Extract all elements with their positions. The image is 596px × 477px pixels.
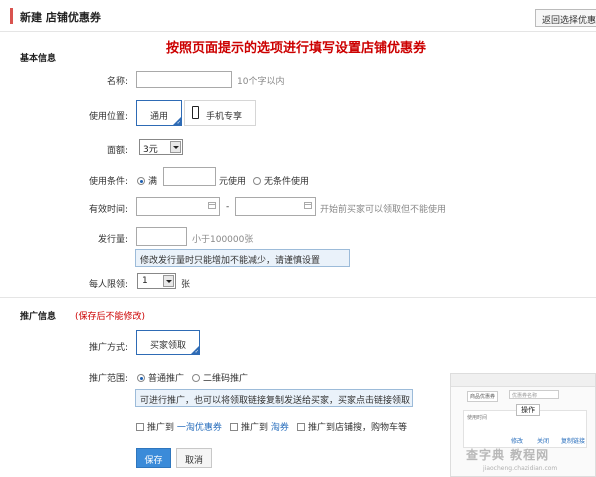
push-etao-checkbox[interactable]: 推广到 一淘优惠券	[136, 420, 222, 433]
name-label: 名称:	[106, 77, 128, 87]
checkbox-icon	[297, 423, 305, 431]
condition-none-label: 无条件使用	[264, 177, 310, 187]
push-etao-link[interactable]: 一淘优惠券	[177, 423, 222, 433]
page-title: 新建 店铺优惠券	[20, 11, 101, 24]
condition-full-label: 满	[148, 177, 158, 187]
watermark-line1: 查字典 教程网	[466, 448, 550, 462]
name-input[interactable]	[136, 71, 232, 88]
valid-dash: -	[226, 202, 230, 212]
limit-select[interactable]: 1	[137, 273, 176, 289]
preview-header-bar	[451, 374, 595, 387]
preview-field: 优惠券名称	[509, 390, 559, 399]
position-general-label: 通用	[149, 112, 168, 122]
cancel-button[interactable]: 取消	[176, 448, 212, 468]
radio-icon	[253, 177, 261, 185]
promo-note: (保存后不能修改)	[75, 312, 146, 322]
denom-label: 面额:	[106, 146, 128, 156]
name-hint: 10个字以内	[237, 77, 285, 87]
header-divider	[0, 31, 596, 32]
header-accent-bar	[10, 8, 13, 24]
range-tip: 可进行推广，也可以将领取链接复制发送给买家，买家点击链接领取	[135, 389, 413, 407]
section-title-promo: 推广信息	[20, 312, 57, 322]
radio-selected-icon	[137, 177, 145, 185]
chevron-down-icon	[170, 141, 181, 153]
method-buyer-label: 买家领取	[149, 341, 186, 351]
preview-op-header: 操作	[516, 404, 540, 416]
position-mobile-label: 手机专享	[206, 112, 243, 122]
condition-use-label: 元使用	[219, 177, 247, 187]
checkbox-icon	[230, 423, 238, 431]
limit-label: 每人限领:	[88, 280, 128, 290]
condition-amount-input[interactable]	[163, 167, 216, 186]
method-buyer-option[interactable]: 买家领取	[136, 330, 200, 355]
calendar-icon	[304, 202, 312, 209]
radio-selected-icon	[137, 374, 145, 382]
position-mobile-option[interactable]: 手机专享	[184, 100, 256, 126]
issue-hint: 小于100000张	[192, 235, 254, 245]
preview-row-label: 使用时间	[467, 415, 488, 421]
condition-full-radio[interactable]: 满	[137, 174, 157, 187]
push-taoquan-link[interactable]: 淘券	[271, 423, 289, 433]
preview-op-edit: 修改	[511, 438, 524, 445]
issue-tip: 修改发行量时只能增加不能减少，请谨慎设置	[135, 249, 350, 267]
valid-label: 有效时间:	[88, 205, 128, 215]
section-title-basic: 基本信息	[20, 54, 57, 64]
instruction-text: 按照页面提示的选项进行填写设置店铺优惠券	[166, 41, 427, 56]
calendar-icon	[208, 202, 216, 209]
phone-icon	[192, 106, 199, 119]
back-to-select-button[interactable]: 返回选择优惠券	[535, 9, 596, 27]
denom-select[interactable]: 3元	[139, 139, 183, 155]
push-prefix-2: 推广到	[241, 423, 269, 433]
save-button[interactable]: 保存	[136, 448, 171, 468]
range-label: 推广范围:	[88, 374, 128, 384]
push-shop-label: 推广到店铺搜，购物车等	[308, 423, 408, 433]
radio-icon	[192, 374, 200, 382]
range-qr-label: 二维码推广	[203, 374, 249, 384]
limit-value: 1	[142, 276, 148, 286]
denom-value: 3元	[143, 145, 158, 155]
condition-none-radio[interactable]: 无条件使用	[253, 174, 309, 187]
position-general-option[interactable]: 通用	[136, 100, 182, 126]
range-general-label: 普通推广	[148, 374, 185, 384]
push-shop-checkbox[interactable]: 推广到店铺搜，购物车等	[297, 420, 407, 433]
position-label: 使用位置:	[88, 112, 128, 122]
method-label: 推广方式:	[88, 343, 128, 353]
issue-label: 发行量:	[97, 235, 128, 245]
push-taoquan-checkbox[interactable]: 推广到 淘券	[230, 420, 289, 433]
issue-input[interactable]	[136, 227, 187, 246]
preview-op-close: 关闭	[537, 438, 550, 445]
watermark-line2: jiaocheng.chazidian.com	[483, 465, 558, 472]
valid-hint: 开始前买家可以领取但不能使用	[320, 205, 447, 215]
chevron-down-icon	[163, 275, 174, 287]
limit-unit: 张	[181, 280, 191, 290]
section-divider	[0, 297, 596, 298]
range-qr-radio[interactable]: 二维码推广	[192, 371, 248, 384]
push-prefix-1: 推广到	[147, 423, 175, 433]
preview-tab: 商品优惠券	[467, 391, 499, 402]
range-general-radio[interactable]: 普通推广	[137, 371, 184, 384]
valid-end-input[interactable]	[235, 197, 316, 216]
valid-start-input[interactable]	[136, 197, 220, 216]
preview-field-placeholder: 优惠券名称	[512, 393, 538, 399]
checkbox-icon	[136, 423, 144, 431]
condition-label: 使用条件:	[88, 177, 128, 187]
preview-op-copy: 复制链接	[561, 438, 586, 445]
